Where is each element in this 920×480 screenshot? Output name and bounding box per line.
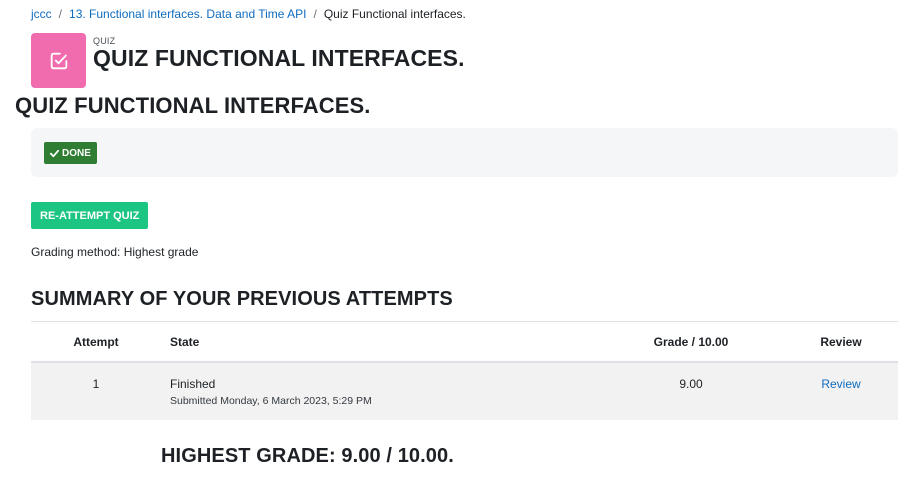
review-link[interactable]: Review <box>821 377 860 391</box>
state-label: Finished <box>170 377 216 391</box>
check-icon <box>50 149 59 157</box>
re-attempt-quiz-button[interactable]: RE-ATTEMPT QUIZ <box>31 202 149 229</box>
attempt-state: Finished Submitted Monday, 6 March 2023,… <box>170 377 372 407</box>
completion-info-box: DONE <box>31 128 898 177</box>
page-title: QUIZ FUNCTIONAL INTERFACES. <box>93 45 465 71</box>
table-header-row: Attempt State Grade / 10.00 Review <box>31 321 898 363</box>
breadcrumb-separator: / <box>313 7 317 21</box>
submitted-timestamp: Submitted Monday, 6 March 2023, 5:29 PM <box>170 395 372 407</box>
attempt-grade: 9.00 <box>679 377 703 391</box>
checkbox-icon <box>50 52 67 69</box>
summary-title: SUMMARY OF YOUR PREVIOUS ATTEMPTS <box>31 288 453 310</box>
header-review: Review <box>820 335 862 349</box>
breadcrumb-separator: / <box>58 7 63 21</box>
highest-grade: HIGHEST GRADE: 9.00 / 10.00. <box>161 445 454 467</box>
done-badge: DONE <box>44 142 97 164</box>
breadcrumb: jccc / 13. Functional interfaces. Data a… <box>31 7 466 21</box>
breadcrumb-current: Quiz Functional interfaces. <box>323 7 466 21</box>
attempt-number: 1 <box>92 377 100 391</box>
header-state: State <box>170 335 200 349</box>
quiz-heading: QUIZ FUNCTIONAL INTERFACES. <box>15 93 371 118</box>
header-attempt: Attempt <box>73 335 119 349</box>
quiz-activity-icon <box>31 33 86 88</box>
review-cell: Review <box>791 377 891 391</box>
header-grade: Grade / 10.00 <box>653 335 729 349</box>
table-row: 1 Finished Submitted Monday, 6 March 202… <box>31 363 898 420</box>
grading-method: Grading method: Highest grade <box>31 245 199 259</box>
breadcrumb-link-course[interactable]: jccc <box>31 7 52 21</box>
done-badge-label: DONE <box>62 147 91 159</box>
attempts-table: Attempt State Grade / 10.00 Review 1 Fin… <box>31 321 898 420</box>
breadcrumb-link-section[interactable]: 13. Functional interfaces. Data and Time… <box>69 7 306 21</box>
